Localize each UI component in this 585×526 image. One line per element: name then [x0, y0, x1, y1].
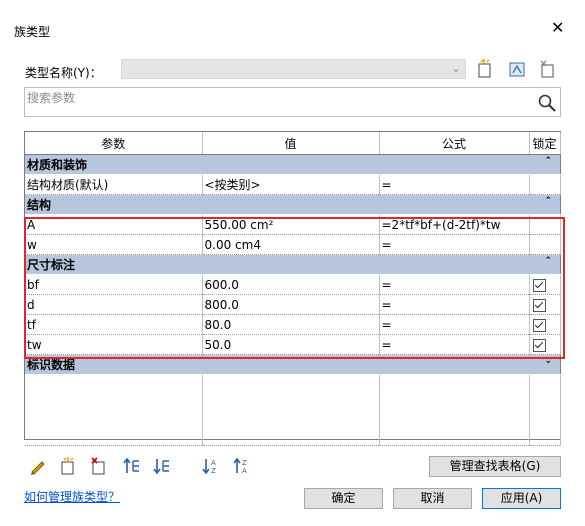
search-icon[interactable]	[536, 92, 558, 114]
param-formula[interactable]: =	[379, 274, 530, 295]
lock-cell	[529, 334, 561, 355]
param-formula[interactable]: =	[379, 174, 530, 195]
param-formula[interactable]: =	[379, 334, 530, 355]
lock-checkbox[interactable]	[532, 338, 546, 352]
svg-text:A: A	[211, 459, 216, 467]
expand-icon[interactable]: ⌄	[544, 356, 552, 366]
table-row: w 0.00 cm4 =	[25, 234, 561, 255]
svg-text:A: A	[242, 467, 247, 475]
lock-cell	[529, 294, 561, 315]
param-value[interactable]: 50.0	[202, 334, 380, 355]
group-header-structure[interactable]: 结构 ⌃	[25, 194, 560, 215]
table-row: d 800.0 =	[25, 294, 561, 315]
rename-type-icon[interactable]	[506, 58, 528, 80]
collapse-icon[interactable]: ⌃	[544, 256, 552, 266]
move-down-icon[interactable]	[152, 456, 172, 476]
lock-checkbox[interactable]	[532, 278, 546, 292]
table-row: bf 600.0 =	[25, 274, 561, 295]
lock-cell	[529, 234, 561, 255]
column-header-parameter[interactable]: 参数	[25, 132, 203, 155]
sort-descending-icon[interactable]: ZA	[232, 456, 252, 476]
parameter-grid: 参数 值 公式 锁定 材质和装饰 ⌃ 结构材质(默认) <按类别> = 结构 ⌃	[24, 131, 561, 446]
column-header-lock[interactable]: 锁定	[529, 132, 561, 155]
svg-text:Z: Z	[211, 467, 216, 475]
move-up-icon[interactable]	[122, 456, 142, 476]
delete-type-icon[interactable]	[537, 58, 559, 80]
table-row: tw 50.0 =	[25, 334, 561, 355]
grid-header-row: 参数 值 公式 锁定	[25, 132, 561, 155]
param-value[interactable]: 550.00 cm²	[202, 214, 380, 235]
group-header-dimensions[interactable]: 尺寸标注 ⌃	[25, 254, 560, 275]
window-title: 族类型	[14, 25, 51, 39]
param-formula[interactable]: =	[379, 234, 530, 255]
manage-lookup-tables-button[interactable]: 管理查找表格(G)	[429, 456, 561, 477]
group-label: 尺寸标注	[27, 258, 76, 272]
empty-grid-area	[25, 374, 561, 446]
ok-button[interactable]: 确定	[304, 488, 383, 509]
search-input[interactable]: 搜索参数	[24, 87, 561, 117]
new-parameter-icon[interactable]	[58, 456, 78, 476]
column-header-value[interactable]: 值	[202, 132, 380, 155]
table-row: 结构材质(默认) <按类别> =	[25, 174, 561, 195]
group-label: 结构	[27, 198, 52, 212]
cancel-button[interactable]: 取消	[393, 488, 472, 509]
param-name: tw	[25, 334, 203, 355]
type-name-label: 类型名称(Y)：	[25, 66, 102, 80]
apply-button[interactable]: 应用(A)	[482, 488, 561, 509]
param-value[interactable]: 80.0	[202, 314, 380, 335]
sort-ascending-icon[interactable]: AZ	[201, 456, 221, 476]
param-formula[interactable]: =	[379, 314, 530, 335]
group-header-identity[interactable]: 标识数据 ⌄	[25, 354, 560, 375]
table-row: A 550.00 cm² =2*tf*bf+(d-2tf)*tw	[25, 214, 561, 235]
svg-text:Z: Z	[242, 459, 247, 467]
column-header-formula[interactable]: 公式	[379, 132, 530, 155]
search-placeholder: 搜索参数	[27, 91, 76, 105]
param-value[interactable]: 0.00 cm4	[202, 234, 380, 255]
lock-cell	[529, 174, 561, 195]
param-name: A	[25, 214, 203, 235]
param-name: d	[25, 294, 203, 315]
help-link[interactable]: 如何管理族类型？	[24, 488, 120, 505]
group-label: 标识数据	[27, 358, 76, 372]
group-header-materials[interactable]: 材质和装饰 ⌃	[25, 154, 560, 175]
param-name: 结构材质(默认)	[25, 174, 203, 195]
lock-cell	[529, 274, 561, 295]
lock-checkbox[interactable]	[532, 298, 546, 312]
new-type-icon[interactable]	[474, 58, 496, 80]
lock-cell	[529, 314, 561, 335]
param-name: w	[25, 234, 203, 255]
chevron-down-icon: ⌄	[450, 61, 461, 75]
param-name: bf	[25, 274, 203, 295]
lock-checkbox[interactable]	[532, 318, 546, 332]
collapse-icon[interactable]: ⌃	[544, 196, 552, 206]
param-formula[interactable]: =2*tf*bf+(d-2tf)*tw	[379, 214, 530, 235]
param-formula[interactable]: =	[379, 294, 530, 315]
edit-parameter-icon[interactable]	[28, 456, 48, 476]
close-icon[interactable]: ✕	[551, 20, 564, 36]
type-name-select[interactable]: ⌄	[121, 59, 466, 79]
param-name: tf	[25, 314, 203, 335]
table-row: tf 80.0 =	[25, 314, 561, 335]
param-value[interactable]: <按类别>	[202, 174, 380, 195]
lock-cell	[529, 214, 561, 235]
delete-parameter-icon[interactable]	[89, 456, 109, 476]
group-label: 材质和装饰	[27, 158, 88, 172]
param-value[interactable]: 800.0	[202, 294, 380, 315]
collapse-icon[interactable]: ⌃	[544, 156, 552, 166]
param-value[interactable]: 600.0	[202, 274, 380, 295]
